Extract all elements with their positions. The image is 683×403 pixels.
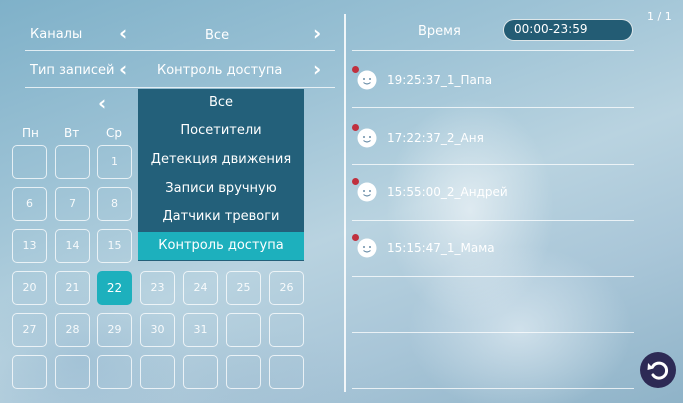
channels-next-button[interactable]: ›: [313, 23, 321, 43]
record-label: 15:55:00_2_Андрей: [387, 185, 508, 199]
baby-face-icon: [357, 70, 377, 90]
record-item[interactable]: 19:25:37_1_Папа: [352, 66, 632, 96]
baby-face-icon: [357, 128, 377, 148]
calendar-day-empty: [12, 355, 47, 389]
calendar-day[interactable]: 29: [97, 313, 132, 347]
record-type-next-button[interactable]: ›: [313, 59, 321, 79]
baby-face-icon: [357, 238, 377, 258]
calendar-day[interactable]: 20: [12, 271, 47, 305]
panel-divider: [344, 14, 346, 392]
record-divider: [352, 164, 634, 165]
calendar-day[interactable]: 26: [269, 271, 304, 305]
calendar-day-empty: [226, 313, 261, 347]
calendar-day[interactable]: 21: [55, 271, 90, 305]
record-divider: [352, 388, 634, 389]
calendar-day-empty: [140, 355, 175, 389]
channels-label: Каналы: [30, 27, 83, 42]
calendar-day[interactable]: 1: [97, 145, 132, 179]
channels-prev-button[interactable]: ‹: [119, 23, 127, 43]
calendar-day[interactable]: 8: [97, 187, 132, 221]
record-type-dropdown: Все Посетители Детекция движения Записи …: [138, 89, 304, 261]
back-arrow-icon: [647, 361, 669, 380]
record-divider: [352, 332, 634, 333]
calendar-day-empty: [12, 145, 47, 179]
channels-value: Все: [205, 28, 230, 43]
record-divider: [352, 220, 634, 221]
page-indicator: 1 / 1: [647, 10, 672, 23]
calendar-day[interactable]: 24: [183, 271, 218, 305]
calendar-prev-month-button[interactable]: ‹: [98, 93, 106, 113]
calendar-day[interactable]: 7: [55, 187, 90, 221]
record-item[interactable]: 15:15:47_1_Мама: [352, 234, 632, 264]
calendar-day-empty: [226, 355, 261, 389]
calendar-day[interactable]: 25: [226, 271, 261, 305]
calendar-day-empty: [97, 355, 132, 389]
calendar-day[interactable]: 28: [55, 313, 90, 347]
dropdown-item-motion-detection[interactable]: Детекция движения: [138, 146, 304, 174]
record-label: 19:25:37_1_Папа: [387, 73, 493, 87]
channels-divider: [25, 50, 335, 51]
calendar-day[interactable]: 13: [12, 229, 47, 263]
record-item[interactable]: 17:22:37_2_Аня: [352, 124, 632, 154]
weekday-tue: Вт: [64, 126, 80, 140]
record-type-label: Тип записей: [30, 63, 115, 78]
dropdown-item-manual-recordings[interactable]: Записи вручную: [138, 175, 304, 203]
calendar-day-empty: [269, 313, 304, 347]
back-button[interactable]: [640, 352, 676, 388]
record-type-prev-button[interactable]: ‹: [119, 59, 127, 79]
calendar-day-empty: [55, 355, 90, 389]
time-label: Время: [418, 24, 461, 39]
screen: Каналы ‹ Все › Тип записей ‹ Контроль до…: [0, 0, 683, 403]
weekday-mon: Пн: [22, 126, 39, 140]
weekday-wed: Ср: [106, 126, 122, 140]
dropdown-item-all[interactable]: Все: [138, 89, 304, 117]
calendar-day[interactable]: 23: [140, 271, 175, 305]
record-type-value[interactable]: Контроль доступа: [157, 63, 282, 78]
record-divider: [352, 276, 634, 277]
calendar-day-empty: [183, 355, 218, 389]
calendar-day-empty: [55, 145, 90, 179]
calendar-day[interactable]: 27: [12, 313, 47, 347]
record-item[interactable]: 15:55:00_2_Андрей: [352, 178, 632, 208]
time-range-field[interactable]: 00:00-23:59: [503, 19, 633, 41]
dropdown-item-alarm-sensors[interactable]: Датчики тревоги: [138, 203, 304, 231]
calendar-day-empty: [269, 355, 304, 389]
record-label: 17:22:37_2_Аня: [387, 131, 484, 145]
calendar-day[interactable]: 15: [97, 229, 132, 263]
dropdown-item-visitors[interactable]: Посетители: [138, 117, 304, 145]
record-type-divider: [25, 87, 335, 88]
calendar-day[interactable]: 31: [183, 313, 218, 347]
calendar-day-selected[interactable]: 22: [97, 271, 132, 305]
record-divider: [352, 107, 634, 108]
baby-face-icon: [357, 182, 377, 202]
calendar-day[interactable]: 30: [140, 313, 175, 347]
dropdown-item-access-control[interactable]: Контроль доступа: [138, 232, 304, 260]
calendar-day[interactable]: 14: [55, 229, 90, 263]
header-divider: [352, 50, 634, 51]
calendar-day[interactable]: 6: [12, 187, 47, 221]
record-label: 15:15:47_1_Мама: [387, 241, 495, 255]
